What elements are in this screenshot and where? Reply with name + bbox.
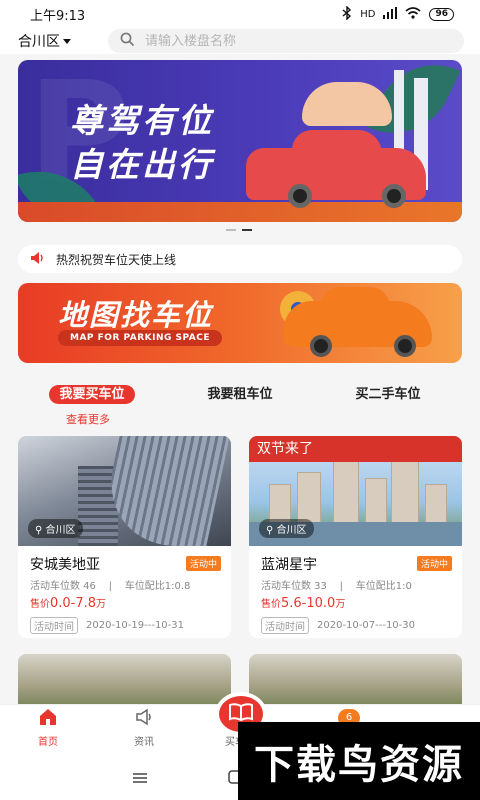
location-label: 合川区 [276,525,307,536]
map-search-banner[interactable]: 地图找车位 MAP FOR PARKING SPACE [18,283,462,363]
nav-label: 资讯 [134,737,154,748]
property-image: ⚲ 合川区 [18,436,231,546]
home-icon [38,708,58,729]
location-tag: ⚲ 合川区 [28,519,83,538]
tab-label: 我要租车位 [207,387,273,402]
building-graphic [425,484,447,524]
district-selector[interactable]: 合川区 [18,31,108,51]
megaphone-icon [134,708,154,729]
property-name: 安城美地亚 [30,557,100,573]
hero-title-line2: 自在出行 [70,145,214,184]
activity-time: 活动时间 2020-10-19---10-31 [30,617,184,634]
menu-icon[interactable] [132,769,148,788]
caret-down-icon [63,38,71,44]
bluetooth-icon [342,4,352,23]
property-card[interactable]: 双节来了 ⚲ 合川区 蓝湖星宇 活动中 活动车位数 33 | 车位配比1:0 售… [249,436,462,638]
spot-ratio: 车位配比1:0.8 [124,581,191,592]
price-value: 5.6-10.0 [281,596,336,611]
tab-used-parking[interactable]: 买二手车位 [314,384,462,406]
wheel-graphic [288,184,312,208]
carousel-indicator [226,229,252,231]
family-illustration [302,82,392,126]
hero-banner[interactable]: P 尊驾有位 自在出行 [18,60,462,222]
map-banner-title: 地图找车位 [58,298,214,332]
building-graphic [297,472,321,524]
spot-ratio: 车位配比1:0 [355,581,412,592]
time-range: 2020-10-19---10-31 [86,620,184,631]
price-value: 0.0-7.8 [50,596,97,611]
search-icon [120,32,135,51]
network-label: HD [360,8,376,20]
notice-bar[interactable]: 热烈祝贺车位天使上线 [18,245,462,273]
notice-text: 热烈祝贺车位天使上线 [56,252,177,267]
tab-label: 我要买车位 [49,385,135,404]
property-meta: 活动车位数 33 | 车位配比1:0 [261,577,412,592]
map-banner-subtitle: MAP FOR PARKING SPACE [58,330,223,346]
top-header: 合川区 [0,28,480,54]
property-name: 蓝湖星宇 [261,557,317,573]
status-badge: 活动中 [416,556,452,571]
separator: | [99,581,122,592]
view-more-link[interactable]: 查看更多 [66,411,110,427]
tab-buy-parking[interactable]: 我要买车位 [18,384,166,406]
wheel-graphic [382,184,406,208]
search-bar[interactable] [108,29,464,53]
battery-indicator: 96 [429,7,454,21]
time-label: 活动时间 [261,617,309,634]
price-unit: 万 [335,599,346,610]
spot-count: 活动车位数 33 [261,581,327,592]
property-meta: 活动车位数 46 | 车位配比1:0.8 [30,577,190,592]
time-label: 活动时间 [30,617,78,634]
nav-home[interactable]: 首页 [0,705,96,756]
building-graphic [333,452,359,524]
promo-ribbon: 双节来了 [249,436,462,462]
wifi-icon [405,6,421,22]
price-prefix: 售价 [30,599,50,610]
activity-time: 活动时间 2020-10-07---10-30 [261,617,415,634]
category-tabs: 我要买车位 我要租车位 买二手车位 [18,384,462,406]
signal-icon [383,6,398,22]
building-graphic [269,484,291,524]
district-label: 合川区 [18,34,60,50]
watermark-logo: 下载鸟资源 [238,722,480,800]
building-graphic [365,478,387,524]
wheel-graphic [310,335,332,357]
separator: | [330,581,353,592]
nav-news[interactable]: 资讯 [96,705,192,756]
spot-count: 活动车位数 46 [30,581,96,592]
status-badge: 活动中 [185,556,221,571]
time-range: 2020-10-07---10-30 [317,620,415,631]
hero-title-line1: 尊驾有位 [70,101,214,140]
building-graphic [391,460,419,524]
status-icons: HD 96 [342,4,454,23]
carousel-dot [226,229,236,231]
status-time: 上午9:13 [30,8,86,24]
price-unit: 万 [96,599,107,610]
nav-label: 首页 [38,737,58,748]
status-bar: 上午9:13 HD 96 [0,0,480,28]
wheel-graphic [394,335,416,357]
speaker-icon [30,251,46,268]
tab-rent-parking[interactable]: 我要租车位 [166,384,314,406]
location-label: 合川区 [45,525,76,536]
price: 售价0.0-7.8万 [30,595,106,611]
price: 售价5.6-10.0万 [261,595,345,611]
property-image: 双节来了 ⚲ 合川区 [249,436,462,546]
location-pin-icon: ⚲ [35,525,43,536]
tab-label: 买二手车位 [355,387,421,402]
price-prefix: 售价 [261,599,281,610]
location-pin-icon: ⚲ [266,525,274,536]
carousel-dot-active [242,229,252,231]
property-card[interactable]: ⚲ 合川区 安城美地亚 活动中 活动车位数 46 | 车位配比1:0.8 售价0… [18,436,231,638]
location-tag: ⚲ 合川区 [259,519,314,538]
search-input[interactable] [145,33,405,49]
